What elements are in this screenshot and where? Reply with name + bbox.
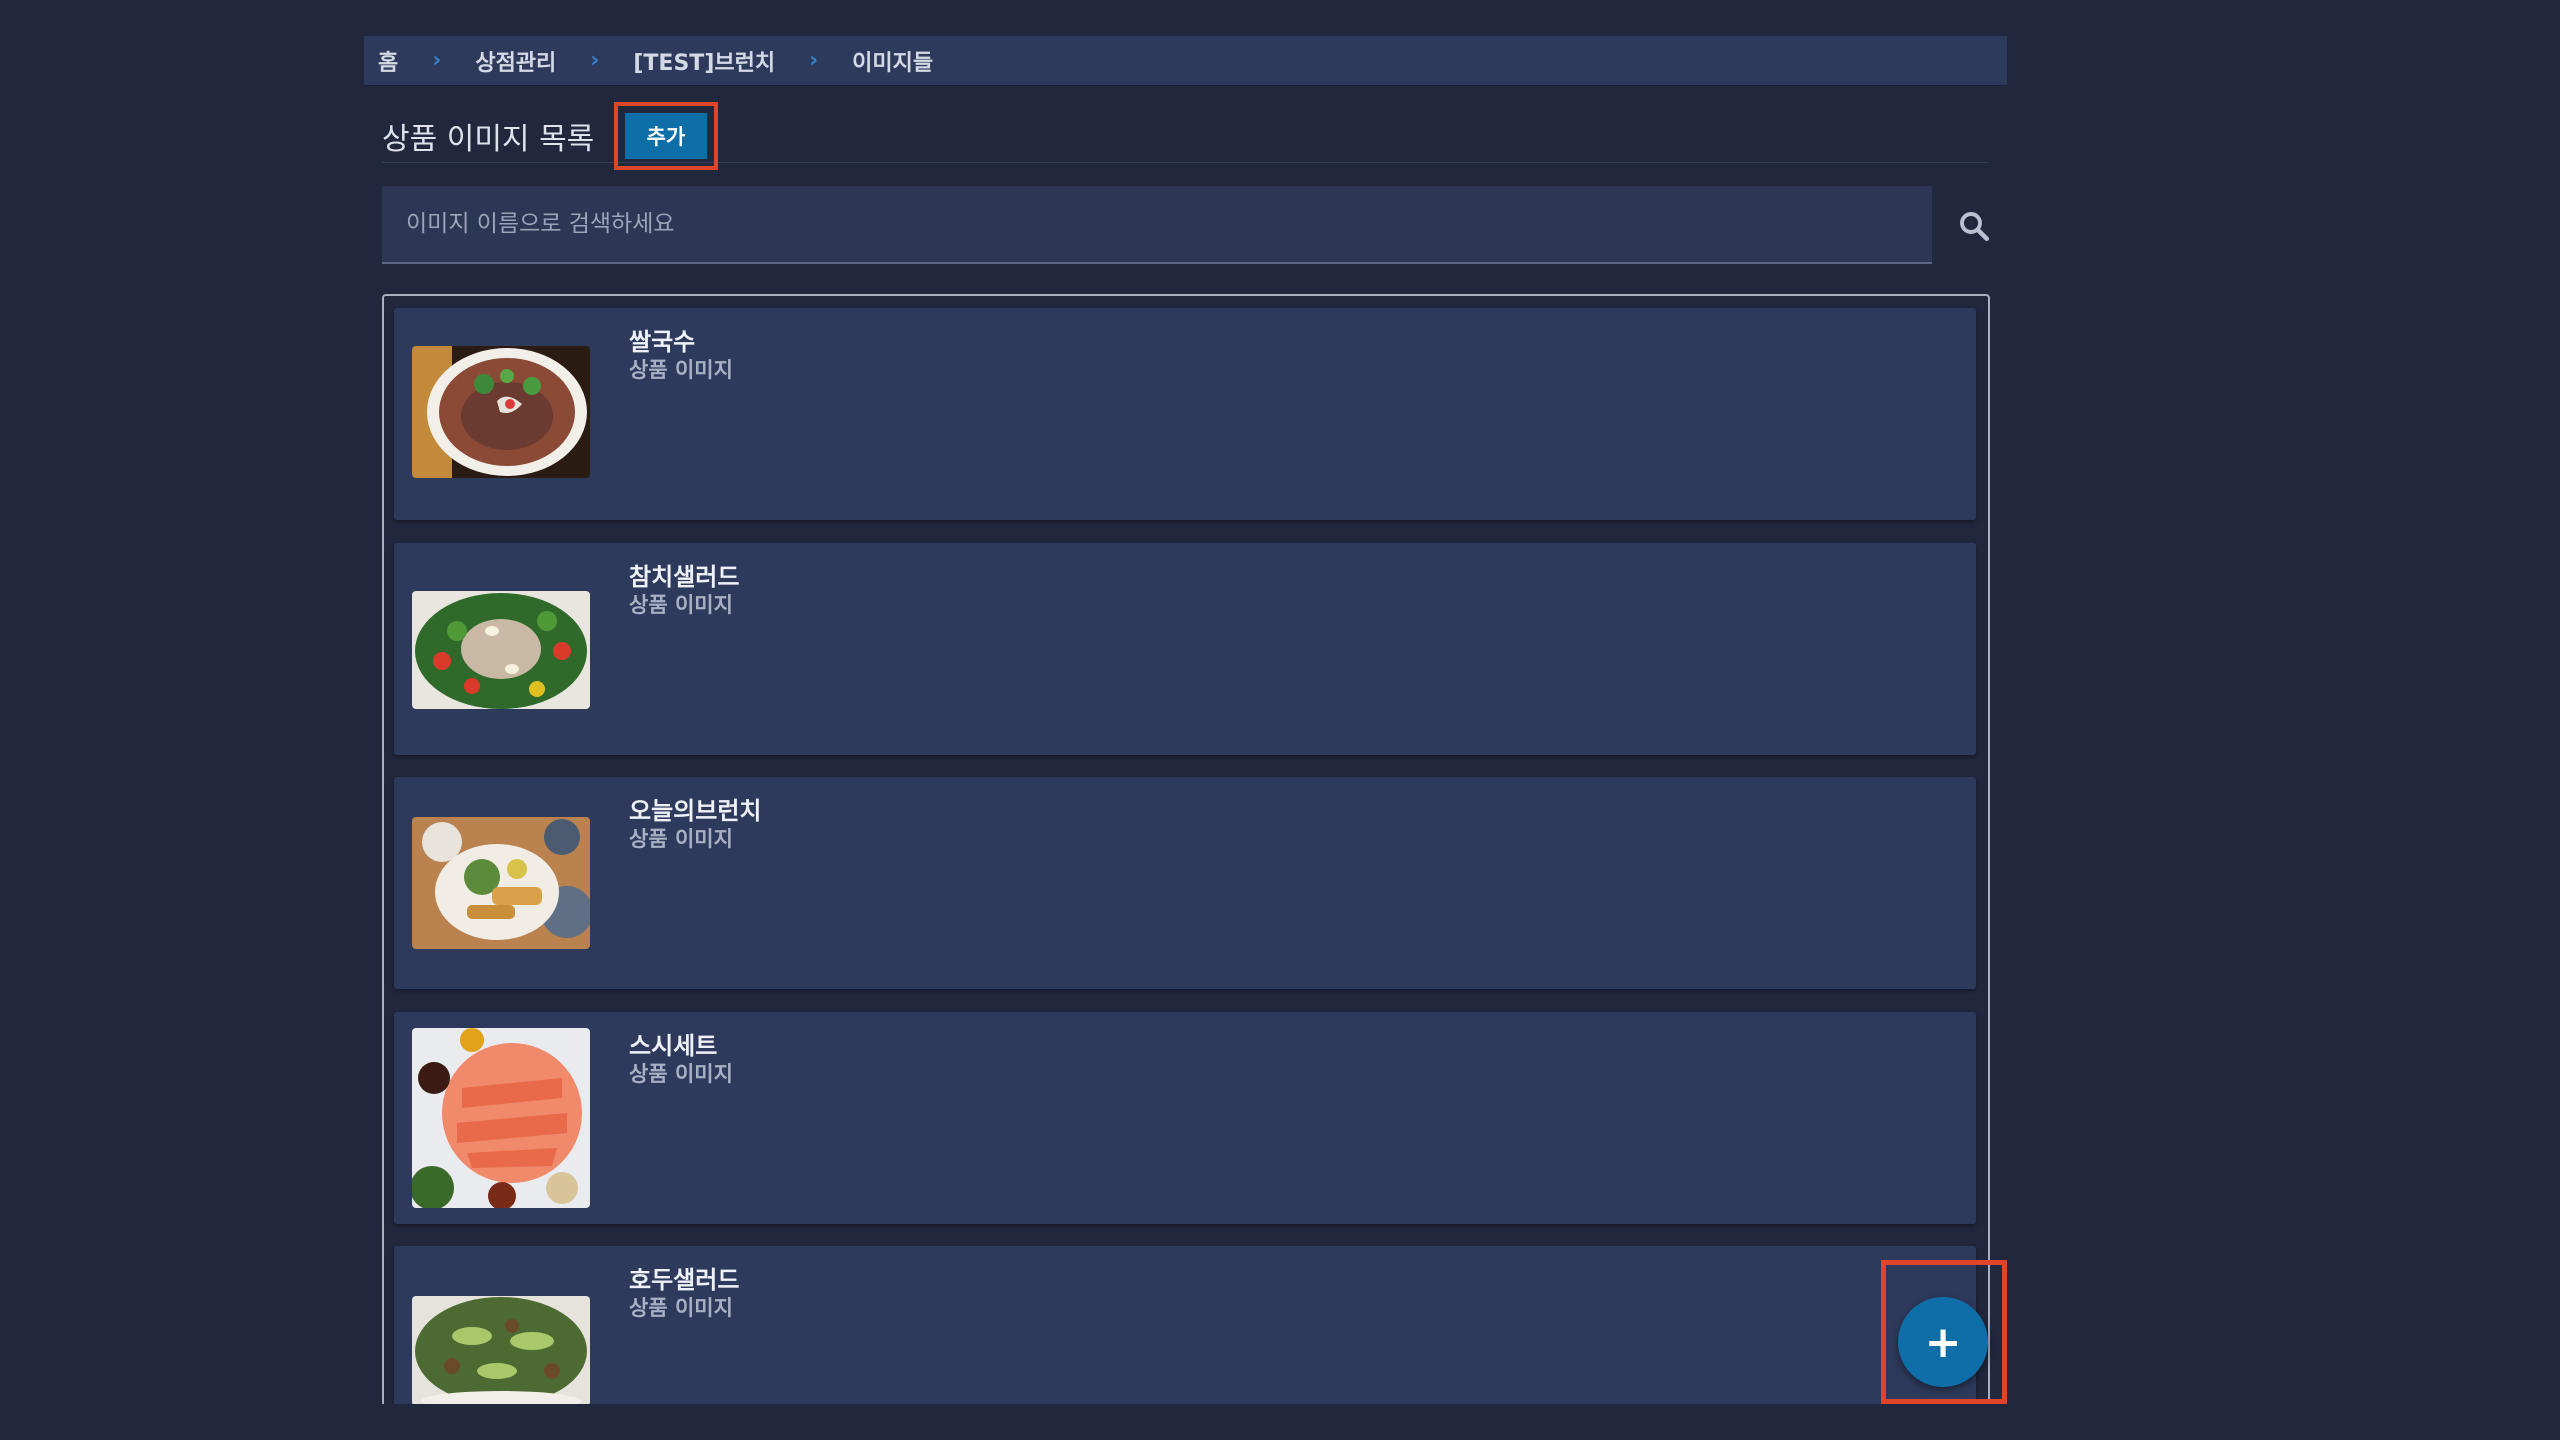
walnut-salad-thumbnail: [412, 1296, 590, 1404]
pho-thumbnail: [412, 346, 590, 478]
item-name: 호두샐러드: [629, 1266, 740, 1294]
list-item[interactable]: 스시세트 상품 이미지: [394, 1012, 1976, 1224]
item-name: 쌀국수: [629, 328, 696, 356]
list-item[interactable]: 호두샐러드 상품 이미지: [394, 1246, 1976, 1404]
breadcrumb: 홈 › 상점관리 › [TEST]브런치 › 이미지들: [364, 36, 2007, 86]
tuna-salad-thumbnail: [412, 591, 590, 709]
page-frame: 홈 › 상점관리 › [TEST]브런치 › 이미지들 상품 이미지 목록 추가: [364, 36, 2007, 1404]
item-type: 상품 이미지: [629, 593, 733, 617]
item-type: 상품 이미지: [629, 1062, 733, 1086]
item-type: 상품 이미지: [629, 827, 733, 851]
list-item[interactable]: 참치샐러드 상품 이미지: [394, 543, 1976, 755]
list-item[interactable]: 오늘의브런치 상품 이미지: [394, 777, 1976, 989]
list-item[interactable]: 쌀국수 상품 이미지: [394, 308, 1976, 520]
item-type: 상품 이미지: [629, 1296, 733, 1320]
title-row: 상품 이미지 목록 추가: [382, 102, 1988, 170]
item-type: 상품 이미지: [629, 358, 733, 382]
sushi-set-thumbnail: [412, 1028, 590, 1208]
breadcrumb-separator: ›: [432, 48, 442, 73]
breadcrumb-store-management[interactable]: 상점관리: [475, 45, 556, 77]
search-bar: [382, 186, 1932, 264]
item-name: 오늘의브런치: [629, 797, 762, 825]
page-title: 상품 이미지 목록: [382, 122, 595, 157]
item-name: 스시세트: [629, 1032, 718, 1060]
breadcrumb-images: 이미지들: [852, 50, 934, 76]
brunch-thumbnail: [412, 817, 590, 949]
breadcrumb-home[interactable]: 홈: [378, 45, 398, 77]
fab-highlight: +: [1881, 1260, 2007, 1404]
image-list: 쌀국수 상품 이미지 참치샐러드 상품 이미지 오늘의브런치 상품 이미지 스시…: [382, 294, 1990, 1404]
add-button-highlight: 추가: [614, 102, 718, 170]
breadcrumb-store[interactable]: [TEST]브런치: [633, 45, 775, 77]
breadcrumb-separator: ›: [590, 48, 600, 73]
breadcrumb-separator: ›: [809, 48, 819, 73]
add-image-fab[interactable]: +: [1898, 1297, 1988, 1387]
item-name: 참치샐러드: [629, 563, 740, 591]
add-button[interactable]: 추가: [625, 113, 707, 159]
search-icon[interactable]: [1956, 208, 1992, 244]
search-input[interactable]: [404, 210, 1932, 238]
